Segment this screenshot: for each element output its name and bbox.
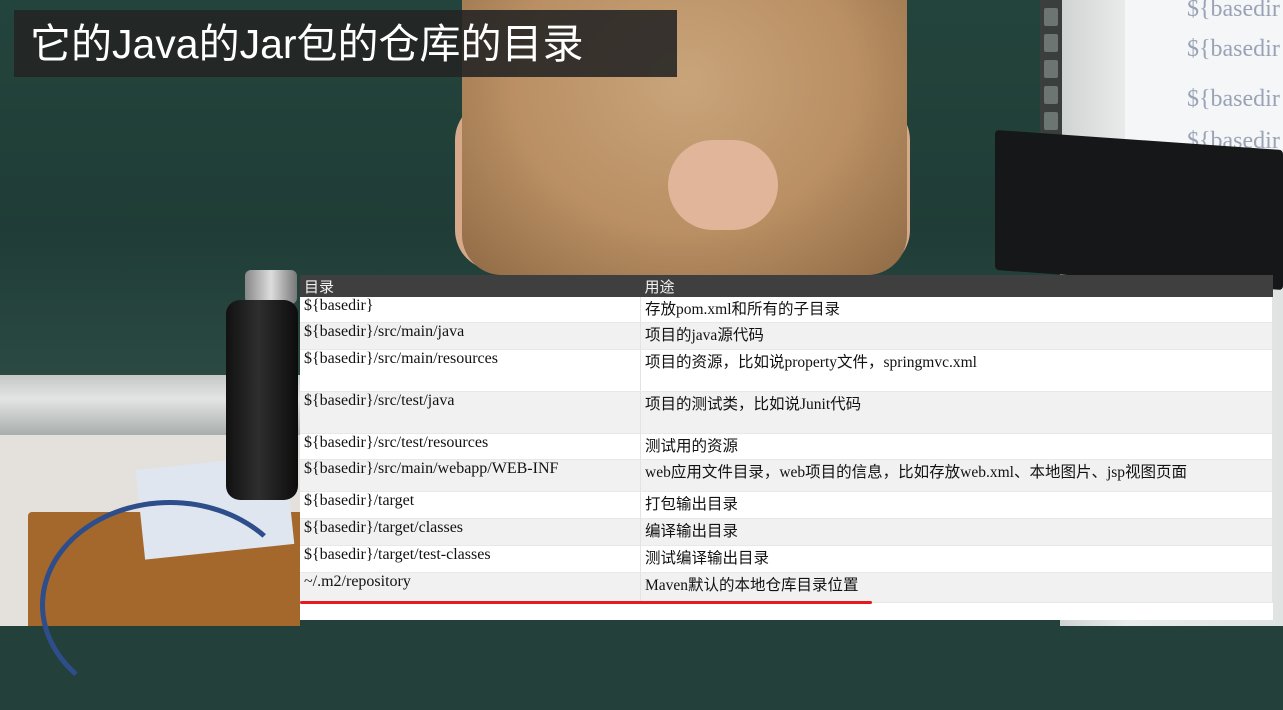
directory-cell: ~/.m2/repository xyxy=(300,572,641,603)
purpose-cell: 打包输出目录 xyxy=(640,491,1273,519)
directory-cell: ${basedir}/src/main/resources xyxy=(300,349,641,392)
table-row: ${basedir}/src/test/java 项目的测试类，比如说Junit… xyxy=(300,391,1273,434)
projector-screen: ${basedir ${basedir ${basedir ${basedir xyxy=(1125,0,1283,150)
column-header-purpose: 用途 xyxy=(640,275,1273,297)
highlight-underline xyxy=(300,601,872,604)
projector-text: ${basedir xyxy=(1187,86,1280,112)
purpose-cell: web应用文件目录，web项目的信息，比如存放web.xml、本地图片、jsp视… xyxy=(640,459,1273,492)
table-row: ${basedir} 存放pom.xml和所有的子目录 xyxy=(300,297,1273,323)
board-button-icon xyxy=(1044,86,1058,104)
directory-cell: ${basedir}/target xyxy=(300,491,641,519)
board-control-strip xyxy=(1040,0,1062,150)
board-button-icon xyxy=(1044,112,1058,130)
purpose-cell: 项目的测试类，比如说Junit代码 xyxy=(640,391,1273,434)
directory-table: 目录 用途 ${basedir} 存放pom.xml和所有的子目录 ${base… xyxy=(300,275,1273,603)
cable xyxy=(40,500,300,710)
table-header-row: 目录 用途 xyxy=(300,275,1273,297)
purpose-cell: 测试编译输出目录 xyxy=(640,545,1273,573)
table-row: ${basedir}/src/test/resources 测试用的资源 xyxy=(300,433,1273,460)
water-bottle xyxy=(226,300,298,500)
projector-text: ${basedir xyxy=(1187,0,1280,22)
directory-cell: ${basedir}/target/classes xyxy=(300,518,641,546)
purpose-cell: Maven默认的本地仓库目录位置 xyxy=(640,572,1273,603)
bottle-cap xyxy=(245,270,297,304)
table-row: ${basedir}/src/main/java 项目的java源代码 xyxy=(300,322,1273,350)
board-button-icon xyxy=(1044,8,1058,26)
table-row: ${basedir}/target/classes 编译输出目录 xyxy=(300,518,1273,546)
presenter-hands xyxy=(668,140,778,230)
directory-cell: ${basedir}/src/test/java xyxy=(300,391,641,434)
column-header-directory: 目录 xyxy=(300,275,641,297)
table-row: ${basedir}/src/main/resources 项目的资源，比如说p… xyxy=(300,349,1273,392)
directory-cell: ${basedir}/src/main/java xyxy=(300,322,641,350)
projector-text: ${basedir xyxy=(1187,36,1280,62)
board-button-icon xyxy=(1044,60,1058,78)
directory-cell: ${basedir} xyxy=(300,297,641,323)
monitor xyxy=(995,129,1283,291)
directory-cell: ${basedir}/src/test/resources xyxy=(300,433,641,460)
subtitle-text: 它的Java的Jar包的仓库的目录 xyxy=(30,21,584,67)
directory-table-slide: 目录 用途 ${basedir} 存放pom.xml和所有的子目录 ${base… xyxy=(300,275,1273,620)
table-row: ${basedir}/target 打包输出目录 xyxy=(300,491,1273,519)
purpose-cell: 项目的java源代码 xyxy=(640,322,1273,350)
table-row: ~/.m2/repository Maven默认的本地仓库目录位置 xyxy=(300,572,1273,603)
table-row: ${basedir}/src/main/webapp/WEB-INF web应用… xyxy=(300,459,1273,492)
purpose-cell: 测试用的资源 xyxy=(640,433,1273,460)
purpose-cell: 存放pom.xml和所有的子目录 xyxy=(640,297,1273,323)
subtitle-box: 它的Java的Jar包的仓库的目录 xyxy=(14,10,677,77)
directory-cell: ${basedir}/src/main/webapp/WEB-INF xyxy=(300,459,641,492)
purpose-cell: 项目的资源，比如说property文件，springmvc.xml xyxy=(640,349,1273,392)
table-row: ${basedir}/target/test-classes 测试编译输出目录 xyxy=(300,545,1273,573)
directory-cell: ${basedir}/target/test-classes xyxy=(300,545,641,573)
purpose-cell: 编译输出目录 xyxy=(640,518,1273,546)
board-button-icon xyxy=(1044,34,1058,52)
